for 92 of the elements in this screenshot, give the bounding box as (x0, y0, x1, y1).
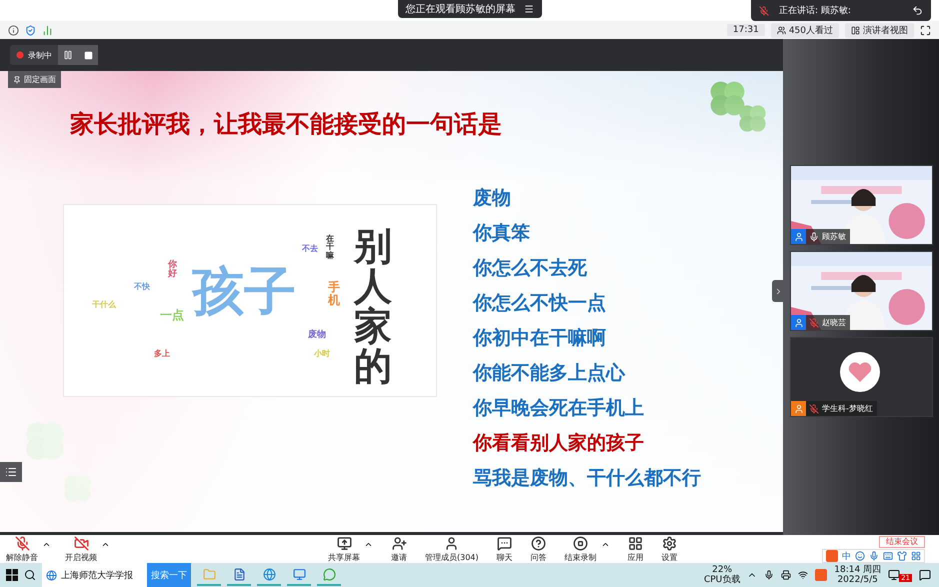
avatar-icon (840, 352, 880, 392)
speaking-text: 正在讲话: 顾苏敏: (779, 4, 851, 17)
participant-name: 赵晓芸 (822, 317, 846, 328)
cloud-word: 不去 (302, 245, 318, 254)
notification-icon[interactable] (919, 569, 931, 581)
banner-text: 您正在观看顾苏敏的屏幕 (406, 2, 516, 16)
person-icon (444, 536, 460, 550)
wifi-icon[interactable] (798, 570, 808, 580)
time-label: 17:31 (726, 24, 765, 36)
browser-icon (262, 568, 276, 580)
cloud-word: 别人家的 (354, 227, 392, 387)
participant-name: 学生科-梦晓红 (822, 403, 873, 414)
browser-icon (46, 570, 57, 580)
info-icon[interactable] (8, 24, 19, 36)
cloud-word: 你好 (168, 261, 177, 280)
search-icon[interactable] (24, 569, 36, 581)
invite-icon (392, 536, 406, 550)
cloud-word: 废物 (308, 331, 326, 340)
stop-button[interactable] (78, 45, 98, 65)
slide-title: 家长批评我，让我最不能接受的一句话是 (70, 109, 502, 140)
record-icon (16, 51, 24, 59)
video-tile[interactable]: 赵晓芸 (790, 251, 933, 331)
toolbar-button[interactable]: 结束录制 (564, 536, 597, 562)
toolbar-button[interactable]: 共享屏幕 (328, 536, 360, 562)
viewers-count: 450人看过 (770, 22, 839, 38)
share-screen-icon (336, 536, 352, 550)
phrase-text: 你能不能多上点心 (473, 361, 626, 385)
toolbar-button[interactable]: 管理成员(304) (425, 536, 479, 562)
monitor-icon (292, 568, 306, 580)
cloud-word: 在干嘛 (326, 235, 334, 260)
printer-icon[interactable] (781, 570, 792, 580)
layout-icon (851, 26, 860, 34)
toolbar-button[interactable]: 邀请 (391, 536, 407, 562)
back-icon[interactable] (912, 5, 923, 16)
phrase-text: 骂我是废物、干什么都不行 (473, 466, 701, 490)
chat-icon (497, 536, 512, 550)
grid-icon (628, 536, 644, 550)
pin-icon (13, 76, 21, 84)
phrase-text: 你早晚会死在手机上 (473, 396, 645, 420)
video-off-icon (74, 536, 88, 550)
mic-icon[interactable] (764, 570, 774, 580)
phrase-text: 你看看别人家的孩子 (473, 431, 645, 455)
phrase-text: 废物 (473, 186, 512, 210)
toolbar-button[interactable]: 问答 (530, 536, 547, 562)
phrase-text: 你初中在干嘛啊 (473, 326, 607, 350)
keyboard-icon[interactable] (883, 551, 893, 561)
view-mode-dropdown[interactable]: 演讲者视图 (845, 22, 914, 38)
signal-icon (42, 24, 53, 36)
cloud-word: 多上 (154, 350, 170, 358)
cpu-load: 22% CPU负载 (704, 565, 740, 585)
recording-status: 录制中 (10, 50, 58, 60)
ime-mode: 中 (842, 550, 851, 562)
video-tile[interactable]: 学生科-梦晓红 (790, 337, 933, 417)
folder-icon (202, 568, 216, 580)
menu-icon[interactable] (524, 4, 534, 14)
list-button[interactable] (0, 462, 22, 482)
pause-icon (63, 50, 73, 60)
phrase-text: 你怎么不去死 (473, 256, 588, 280)
cloud-word: 小时 (314, 350, 330, 358)
phrase-text: 你怎么不快一点 (473, 291, 607, 315)
toolbar-button[interactable]: 聊天 (496, 536, 513, 562)
expand-handle[interactable] (772, 280, 784, 302)
document-icon (232, 568, 246, 580)
taskbar-search-field[interactable]: 上海师范大学学报 (42, 563, 147, 587)
stop-icon (84, 50, 92, 60)
screen-icon[interactable] (888, 569, 900, 581)
participant-name: 顾苏敏 (822, 231, 846, 242)
mic-off-icon (759, 6, 769, 16)
windows-icon[interactable] (6, 569, 18, 581)
shield-icon[interactable] (25, 24, 36, 36)
cloud-word: 一点 (160, 309, 184, 322)
toolbar-button[interactable]: 解除静音 (6, 536, 38, 562)
chat-icon (322, 568, 336, 580)
people-icon (776, 26, 786, 34)
shirt-icon[interactable] (897, 551, 907, 561)
pause-button[interactable] (58, 45, 78, 65)
video-tile[interactable]: 顾苏敏 (790, 165, 933, 245)
cloud-word: 干什么 (92, 301, 116, 310)
cloud-word: 手机 (328, 281, 340, 306)
pin-label[interactable]: 固定画面 (8, 71, 61, 88)
end-meeting-button[interactable]: 结束会议 (879, 536, 925, 548)
emoji-icon[interactable] (855, 551, 865, 561)
grid-icon[interactable] (911, 551, 921, 561)
cloud-word: 孩子 (192, 265, 296, 320)
cloud-word: 不快 (134, 283, 150, 292)
toolbar-button[interactable]: 设置 (662, 536, 678, 562)
mic-off-icon (14, 536, 30, 550)
toolbar-button[interactable]: 应用 (628, 536, 644, 562)
toolbar-button[interactable]: 开启视频 (65, 536, 97, 562)
fullscreen-icon[interactable] (920, 24, 931, 36)
clock: 18:14 周四 2022/5/5 (834, 565, 882, 585)
phrase-text: 你真笨 (473, 221, 531, 245)
